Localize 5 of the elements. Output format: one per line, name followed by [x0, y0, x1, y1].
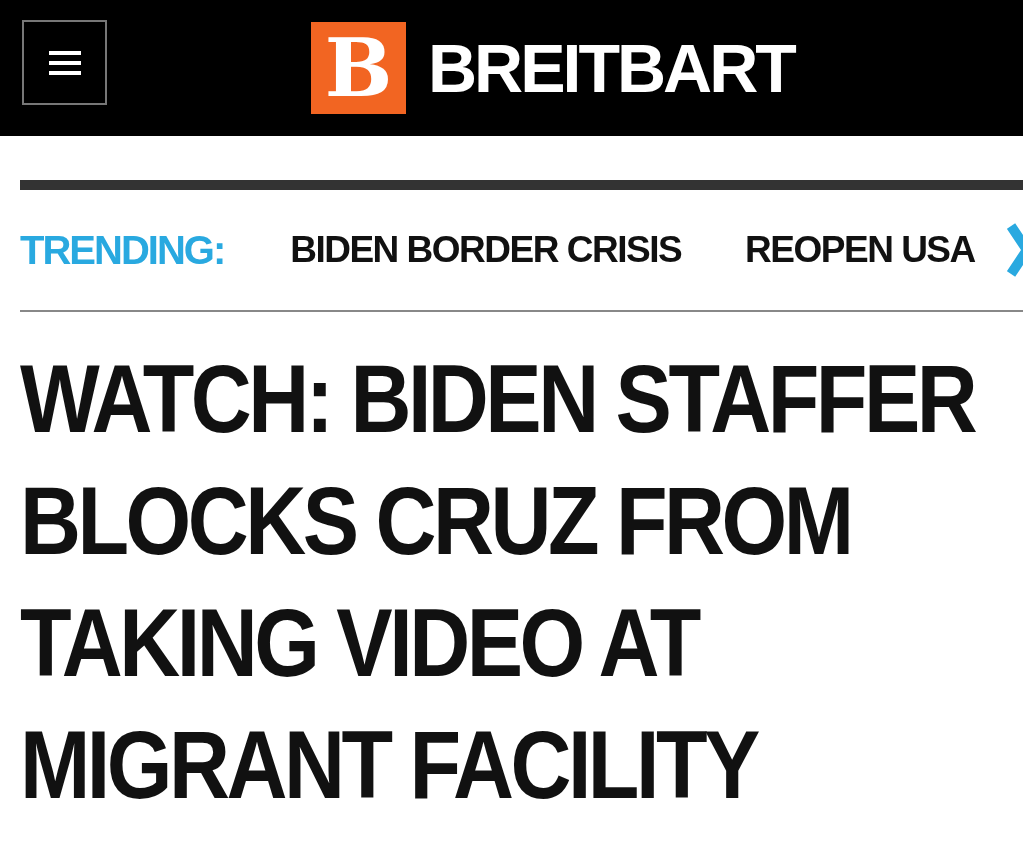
article-headline: WATCH: BIDEN STAFFER BLOCKS CRUZ FROM TAKING VIDEO AT MIGRANT FACILITY — [20, 344, 976, 820]
trending-label: TRENDING: — [20, 227, 225, 273]
site-name[interactable]: BREITBART — [428, 34, 794, 102]
trending-link[interactable]: REOPEN USA — [745, 229, 975, 271]
trending-link[interactable]: BIDEN BORDER CRISIS — [290, 229, 682, 271]
